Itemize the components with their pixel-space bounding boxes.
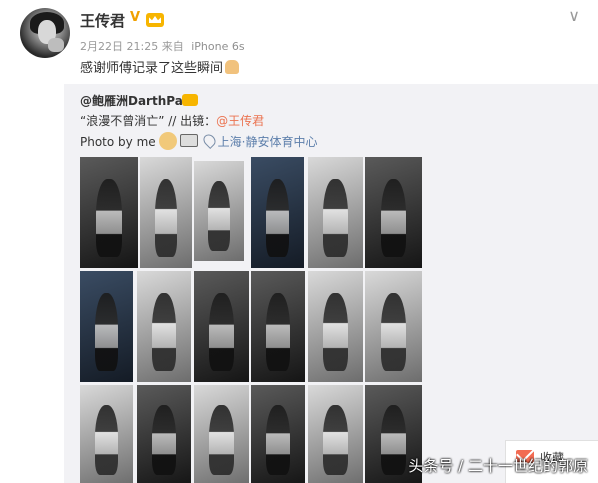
- photo-thumbnail[interactable]: [194, 271, 249, 382]
- photo-thumbnail[interactable]: [137, 271, 191, 382]
- photo-thumbnail[interactable]: [251, 157, 304, 268]
- avatar[interactable]: [20, 8, 70, 58]
- photo-thumbnail[interactable]: [251, 271, 305, 382]
- repost-credit-text: Photo by me: [80, 135, 156, 149]
- repost-author[interactable]: @鲍雁洲DarthPau: [80, 92, 191, 109]
- photo-thumbnail[interactable]: [80, 271, 133, 382]
- post-text-body: 感谢师傅记录了这些瞬间: [80, 61, 224, 76]
- post-text: 感谢师傅记录了这些瞬间: [80, 57, 240, 76]
- repost-mention[interactable]: @王传君: [216, 114, 264, 128]
- post-time[interactable]: 2月22日 21:25: [80, 40, 158, 53]
- photo-thumbnail[interactable]: [80, 385, 133, 483]
- photo-thumbnail[interactable]: [140, 157, 192, 268]
- photo-thumbnail[interactable]: [365, 157, 422, 268]
- post-meta: 2月22日 21:25 来自 iPhone 6s: [80, 38, 245, 54]
- photo-thumbnail[interactable]: [80, 157, 138, 268]
- post-from-label: 来自: [161, 40, 184, 53]
- doge-icon: [158, 132, 177, 150]
- photo-thumbnail[interactable]: [308, 271, 363, 382]
- repost-caption: “浪漫不曾消亡” // 出镜：@王传君: [80, 112, 264, 129]
- photo-thumbnail[interactable]: [365, 271, 422, 382]
- avatar-hand: [48, 38, 64, 52]
- crown-badge-icon: [146, 13, 164, 27]
- repost-crown-badge-icon: [182, 94, 198, 106]
- photo-thumbnail[interactable]: [194, 161, 244, 261]
- photo-thumbnail[interactable]: [137, 385, 191, 483]
- location-pin-icon: [200, 132, 218, 149]
- post-device: iPhone 6s: [191, 40, 245, 53]
- repost-caption-text: “浪漫不曾消亡” // 出镜：: [80, 114, 217, 128]
- post-author-name[interactable]: 王传君: [80, 10, 125, 31]
- photo-thumbnail[interactable]: [308, 385, 363, 483]
- photo-thumbnail[interactable]: [194, 385, 249, 483]
- repost-credit: Photo by me 上海·静安体育中心: [80, 132, 317, 150]
- photo-thumbnail[interactable]: [251, 385, 305, 483]
- card-icon: [179, 134, 198, 147]
- weibo-post: 王传君 V ∨ 2月22日 21:25 来自 iPhone 6s 感谢师傅记录了…: [0, 0, 598, 483]
- repost-box: @鲍雁洲DarthPau “浪漫不曾消亡” // 出镜：@王传君 Photo b…: [64, 84, 598, 483]
- location-link[interactable]: 上海·静安体育中心: [218, 135, 318, 149]
- photo-thumbnail[interactable]: [308, 157, 363, 268]
- pray-icon: [225, 60, 240, 74]
- verified-badge-icon: V: [130, 10, 141, 25]
- watermark-text: 头条号 / 二十一世纪的郭原: [408, 457, 588, 475]
- chevron-down-icon[interactable]: ∨: [568, 6, 580, 25]
